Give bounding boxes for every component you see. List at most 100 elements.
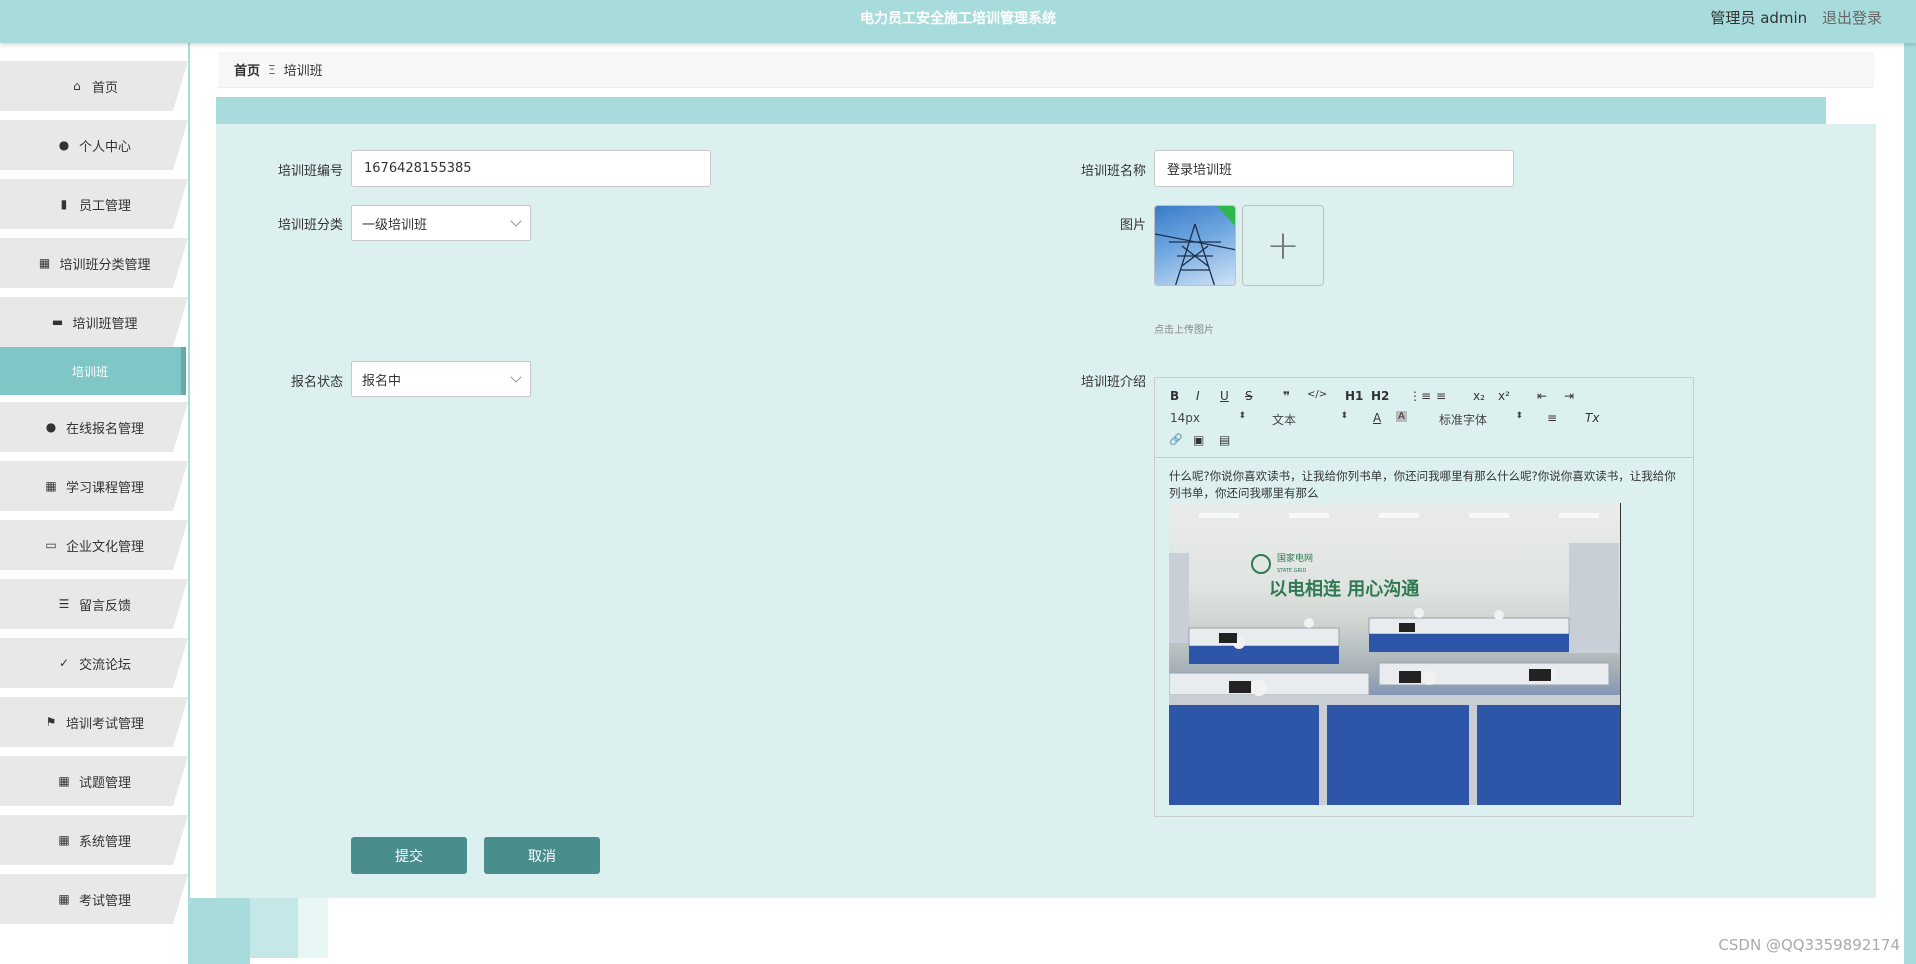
sidebar-item-label: 企业文化管理	[65, 539, 144, 555]
decor-block	[250, 898, 298, 958]
photo-logo-text: 国家电网	[1277, 552, 1313, 564]
intro-label: 培训班介绍	[1080, 375, 1146, 390]
sidebar-item-label: 系统管理	[78, 834, 131, 850]
breadcrumb-home[interactable]: 首页	[234, 60, 260, 79]
editor-toolbar: B I U S ❞ </> H1 H2 ⋮≡ ≡ x₂ x² ⇤ ⇥ 14px …	[1155, 378, 1693, 458]
sidebar-item-course[interactable]: ▦ 学习课程管理	[0, 461, 188, 511]
code-input[interactable]: 1676428155385	[351, 150, 711, 187]
header-select[interactable]: 文本 ⬍	[1272, 411, 1348, 428]
sidebar-item-employee[interactable]: ▮ 员工管理	[0, 179, 188, 229]
category-select[interactable]: 一级培训班	[351, 205, 531, 241]
sidebar-item-class-category[interactable]: ▦ 培训班分类管理	[0, 238, 188, 288]
sidebar-item-label: 个人中心	[78, 139, 131, 155]
outdent-button[interactable]: ⇤	[1537, 389, 1547, 403]
uploaded-image-thumbnail[interactable]	[1154, 205, 1236, 286]
sidebar-item-home[interactable]: ⌂ 首页	[0, 61, 188, 111]
sidebar-item-exam[interactable]: ▦ 考试管理	[0, 874, 188, 924]
editor-content-image: 国家电网 STATE GRID 以电相连 用心沟通	[1169, 503, 1621, 805]
grid-icon: ▦	[58, 833, 70, 847]
sidebar-item-label: 学习课程管理	[65, 480, 144, 496]
bullet-list-button[interactable]: ≡	[1436, 389, 1446, 403]
decor-block	[298, 898, 328, 958]
sidebar-item-questions[interactable]: ▦ 试题管理	[0, 756, 188, 806]
sidebar-item-personal-center[interactable]: ● 个人中心	[0, 120, 188, 170]
h2-button[interactable]: H2	[1371, 389, 1389, 403]
subscript-button[interactable]: x₂	[1473, 389, 1485, 403]
bold-button[interactable]: B	[1170, 389, 1179, 403]
name-label: 培训班名称	[1080, 164, 1146, 179]
align-button[interactable]: ≡	[1547, 411, 1557, 425]
superscript-button[interactable]: x²	[1498, 389, 1510, 403]
updown-icon: ⬍	[1238, 411, 1246, 421]
monitor-icon: ▭	[45, 538, 57, 552]
plus-icon: +	[1266, 222, 1300, 269]
chevron-down-icon	[510, 371, 522, 383]
sidebar-item-system[interactable]: ▦ 系统管理	[0, 815, 188, 865]
user-area: 管理员 admin 退出登录	[1710, 7, 1882, 28]
submit-button[interactable]: 提交	[351, 837, 467, 874]
flag-icon: ⚑	[45, 715, 57, 729]
sidebar-item-label: 试题管理	[78, 775, 131, 791]
sidebar-item-label: 培训班	[72, 364, 109, 379]
sidebar: ⌂ 首页 ● 个人中心 ▮ 员工管理 ▦ 培训班分类管理 ▬ 培训班管理 培训班…	[0, 43, 190, 964]
sidebar-accent	[188, 43, 190, 964]
status-select-value: 报名中	[362, 373, 402, 389]
cancel-button[interactable]: 取消	[484, 837, 600, 874]
scrollbar[interactable]	[1904, 0, 1916, 964]
user-label: 管理员 admin	[1710, 9, 1808, 27]
code-block-button[interactable]: </>	[1307, 389, 1327, 400]
image-label: 图片	[1119, 218, 1146, 233]
sidebar-item-label: 培训班分类管理	[59, 257, 151, 273]
name-input[interactable]: 登录培训班	[1154, 150, 1514, 187]
comment-icon: ▬	[51, 315, 64, 329]
font-color-button[interactable]: A	[1373, 411, 1381, 425]
home-icon: ⌂	[73, 79, 81, 93]
photo-banner-text: 以电相连 用心沟通	[1269, 578, 1419, 600]
video-icon[interactable]: ▤	[1219, 433, 1230, 447]
clean-format-button[interactable]: Tx	[1585, 411, 1599, 425]
chevron-down-icon	[510, 215, 522, 227]
updown-icon: ⬍	[1340, 411, 1348, 421]
breadcrumb-separator-icon: Ξ	[268, 62, 276, 77]
strike-button[interactable]: S	[1245, 389, 1253, 403]
grid-icon: ▦	[58, 892, 70, 906]
sidebar-item-culture[interactable]: ▭ 企业文化管理	[0, 520, 188, 570]
upload-plus-button[interactable]: +	[1242, 205, 1324, 286]
sidebar-item-class[interactable]: 培训班	[0, 347, 186, 395]
blockquote-button[interactable]: ❞	[1283, 389, 1290, 403]
font-family-select[interactable]: 标准字体 ⬍	[1439, 411, 1523, 428]
decor-block	[190, 898, 250, 964]
csdn-watermark: CSDN @QQ3359892174	[1718, 936, 1900, 954]
sidebar-item-exam-training[interactable]: ⚑ 培训考试管理	[0, 697, 188, 747]
breadcrumb-current: 培训班	[283, 64, 323, 79]
logout-link[interactable]: 退出登录	[1822, 9, 1882, 27]
user-icon: ●	[58, 138, 70, 152]
image-icon[interactable]: ▣	[1193, 433, 1204, 447]
sidebar-item-label: 交流论坛	[78, 657, 131, 673]
upload-hint: 点击上传图片	[1154, 325, 1214, 336]
system-title: 电力员工安全施工培训管理系统	[860, 11, 1056, 27]
status-select[interactable]: 报名中	[351, 361, 531, 397]
font-size-select[interactable]: 14px ⬍	[1170, 411, 1246, 425]
list-icon: ☰	[58, 597, 70, 611]
ordered-list-button[interactable]: ⋮≡	[1409, 389, 1431, 403]
grid-icon: ▦	[58, 774, 70, 788]
sidebar-item-online-signup[interactable]: ● 在线报名管理	[0, 402, 188, 452]
italic-button[interactable]: I	[1196, 389, 1200, 403]
background-color-button[interactable]: A	[1396, 411, 1407, 422]
grid-icon: ▦	[38, 256, 51, 270]
underline-button[interactable]: U	[1220, 389, 1229, 403]
rich-text-editor[interactable]: B I U S ❞ </> H1 H2 ⋮≡ ≡ x₂ x² ⇤ ⇥ 14px …	[1154, 377, 1694, 817]
link-icon[interactable]: 🔗	[1169, 433, 1183, 446]
sidebar-item-class-manage[interactable]: ▬ 培训班管理	[0, 297, 188, 347]
sidebar-item-label: 考试管理	[78, 893, 131, 909]
panel-header-band	[216, 97, 1826, 125]
power-tower-image	[1155, 206, 1235, 285]
font-family-value: 标准字体	[1439, 413, 1488, 427]
bar-chart-icon: ▮	[60, 197, 68, 211]
h1-button[interactable]: H1	[1345, 389, 1363, 403]
sidebar-item-forum[interactable]: ✓ 交流论坛	[0, 638, 188, 688]
indent-button[interactable]: ⇥	[1564, 389, 1574, 403]
sidebar-item-feedback[interactable]: ☰ 留言反馈	[0, 579, 188, 629]
editor-content-text[interactable]: 什么呢?你说你喜欢读书，让我给你列书单，你还问我哪里有那么什么呢?你说你喜欢读书…	[1169, 468, 1681, 502]
